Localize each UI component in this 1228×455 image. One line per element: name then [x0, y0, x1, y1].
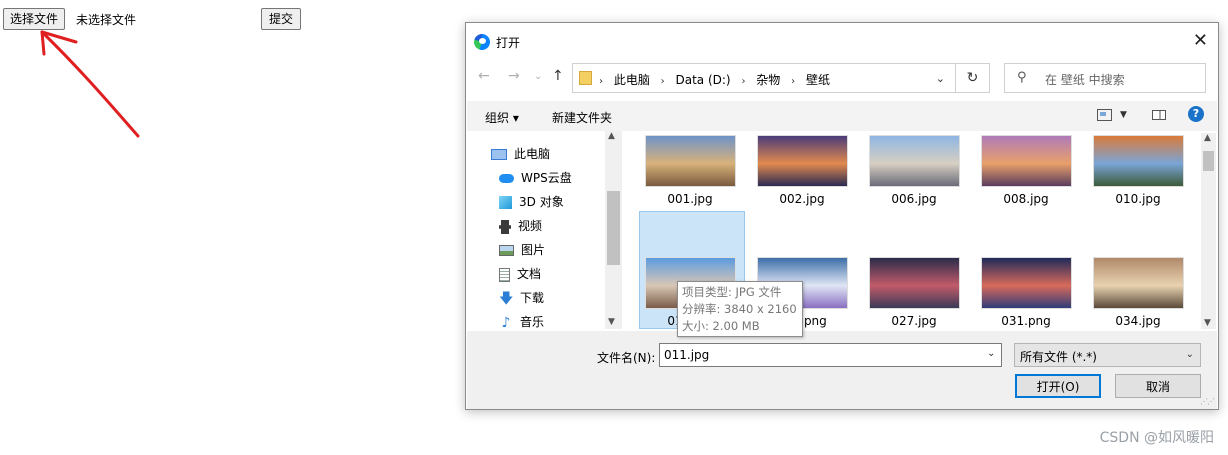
- preview-pane-icon[interactable]: [1152, 110, 1166, 120]
- scroll-down-icon[interactable]: ▼: [608, 317, 615, 327]
- nav-item-wps-cloud[interactable]: WPS云盘: [499, 169, 572, 186]
- recent-locations-chevron-icon[interactable]: ⌄: [534, 71, 542, 82]
- tooltip-size: 大小: 2.00 MB: [682, 319, 760, 333]
- cloud-icon: [499, 174, 514, 183]
- nav-item-3d-objects[interactable]: 3D 对象: [499, 193, 564, 210]
- file-name-label[interactable]: 008.jpg: [974, 192, 1078, 206]
- cube-icon: [499, 196, 512, 209]
- watermark: CSDN @如风暖阳: [1099, 430, 1214, 446]
- music-icon: ♪: [501, 314, 511, 331]
- breadcrumb-data-drive[interactable]: Data (D:): [676, 73, 731, 87]
- refresh-icon[interactable]: ↻: [956, 63, 990, 93]
- search-icon: ⚲: [1017, 70, 1027, 85]
- resize-grip-icon[interactable]: ⋰⋰: [1200, 397, 1215, 406]
- scroll-down-icon[interactable]: ▼: [1204, 318, 1211, 328]
- file-thumbnail-icon[interactable]: [981, 135, 1072, 187]
- file-thumbnail-icon[interactable]: [757, 135, 848, 187]
- computer-icon: [491, 149, 507, 160]
- file-name-label[interactable]: 001.jpg: [638, 192, 742, 206]
- navigation-pane: 此电脑 WPS云盘 3D 对象 视频 图片 文档 🡇 下载 ♪ 音乐: [467, 131, 623, 331]
- file-name-label[interactable]: 010.jpg: [1086, 192, 1190, 206]
- file-thumbnail-icon[interactable]: [981, 257, 1072, 309]
- file-name-label[interactable]: 031.png: [974, 314, 1078, 328]
- file-thumbnail-icon[interactable]: [645, 135, 736, 187]
- file-thumbnail-icon[interactable]: [1093, 257, 1184, 309]
- nav-pane-scrollbar[interactable]: ▲ ▼: [605, 131, 622, 329]
- file-name-label[interactable]: 002.jpg: [750, 192, 854, 206]
- nav-item-downloads[interactable]: 🡇 下载: [499, 289, 544, 306]
- close-icon[interactable]: ✕: [1193, 30, 1208, 51]
- breadcrumb-misc[interactable]: 杂物: [756, 73, 780, 87]
- scroll-up-icon[interactable]: ▲: [608, 131, 615, 141]
- search-input[interactable]: ⚲ 在 壁纸 中搜索: [1004, 63, 1206, 93]
- address-bar[interactable]: › 此电脑 › Data (D:) › 杂物 › 壁纸 ⌄: [572, 63, 956, 93]
- cancel-button[interactable]: 取消: [1115, 374, 1201, 398]
- organize-menu[interactable]: 组织 ▾: [485, 109, 519, 126]
- view-options-button[interactable]: ▼: [1097, 107, 1127, 121]
- file-thumbnail-icon[interactable]: [869, 257, 960, 309]
- filename-label: 文件名(N):: [597, 351, 656, 365]
- filename-input[interactable]: [659, 343, 1002, 367]
- download-icon: 🡇: [499, 290, 514, 307]
- file-list-scrollbar[interactable]: ▲ ▼: [1201, 133, 1216, 329]
- filetype-value: 所有文件 (*.*): [1020, 350, 1097, 364]
- nav-item-videos[interactable]: 视频: [499, 217, 542, 234]
- file-info-tooltip: 项目类型: JPG 文件 分辨率: 3840 x 2160 大小: 2.00 M…: [677, 281, 803, 337]
- filetype-select[interactable]: 所有文件 (*.*) ⌄: [1014, 343, 1201, 367]
- view-icon: [1097, 108, 1112, 121]
- help-icon[interactable]: ?: [1188, 106, 1204, 122]
- breadcrumb: › 此电脑 › Data (D:) › 杂物 › 壁纸: [599, 73, 830, 87]
- nav-item-this-pc[interactable]: 此电脑: [491, 145, 550, 162]
- file-name-label[interactable]: 027.jpg: [862, 314, 966, 328]
- back-arrow-icon[interactable]: ←: [478, 68, 490, 84]
- nav-item-music[interactable]: ♪ 音乐: [499, 313, 544, 330]
- file-thumbnail-icon[interactable]: [869, 135, 960, 187]
- dialog-title: 打开: [496, 36, 521, 50]
- folder-icon: [579, 71, 592, 85]
- document-icon: [499, 267, 510, 282]
- submit-button[interactable]: 提交: [261, 8, 302, 30]
- dialog-titlebar[interactable]: 打开 ✕: [466, 23, 1218, 59]
- nav-item-documents[interactable]: 文档: [499, 265, 541, 282]
- tooltip-resolution: 分辨率: 3840 x 2160: [682, 302, 797, 316]
- nav-item-pictures[interactable]: 图片: [499, 241, 545, 258]
- annotation-arrow-icon: [40, 30, 140, 138]
- tooltip-type: 项目类型: JPG 文件: [682, 285, 782, 299]
- breadcrumb-this-pc[interactable]: 此电脑: [614, 73, 650, 87]
- breadcrumb-wallpaper[interactable]: 壁纸: [806, 73, 830, 87]
- dialog-footer: 文件名(N): ⌄ 所有文件 (*.*) ⌄ 打开(O) 取消 ⋰⋰: [467, 331, 1217, 409]
- scrollbar-thumb[interactable]: [1203, 151, 1214, 171]
- scroll-up-icon[interactable]: ▲: [1204, 133, 1211, 143]
- file-name-label[interactable]: 034.jpg: [1086, 314, 1190, 328]
- search-placeholder: 在 壁纸 中搜索: [1045, 73, 1125, 87]
- up-arrow-icon[interactable]: ↑: [552, 68, 564, 84]
- file-name-label[interactable]: 006.jpg: [862, 192, 966, 206]
- picture-icon: [499, 245, 514, 256]
- scrollbar-thumb[interactable]: [607, 191, 620, 265]
- chevron-down-icon[interactable]: ⌄: [936, 72, 945, 85]
- chevron-down-icon[interactable]: ⌄: [987, 348, 995, 359]
- new-folder-button[interactable]: 新建文件夹: [552, 109, 612, 126]
- chevron-down-icon: ▼: [1120, 109, 1127, 120]
- chevron-down-icon: ⌄: [1185, 349, 1194, 360]
- open-button[interactable]: 打开(O): [1015, 374, 1101, 398]
- forward-arrow-icon[interactable]: →: [508, 68, 520, 84]
- dialog-toolbar: 组织 ▾ 新建文件夹 ▼ ?: [467, 101, 1217, 131]
- file-thumbnail-icon[interactable]: [1093, 135, 1184, 187]
- open-file-dialog: 打开 ✕ ← → ⌄ ↑ › 此电脑 › Data (D:) › 杂物 › 壁纸…: [465, 22, 1219, 410]
- edge-browser-icon: [474, 34, 490, 50]
- video-icon: [499, 219, 511, 234]
